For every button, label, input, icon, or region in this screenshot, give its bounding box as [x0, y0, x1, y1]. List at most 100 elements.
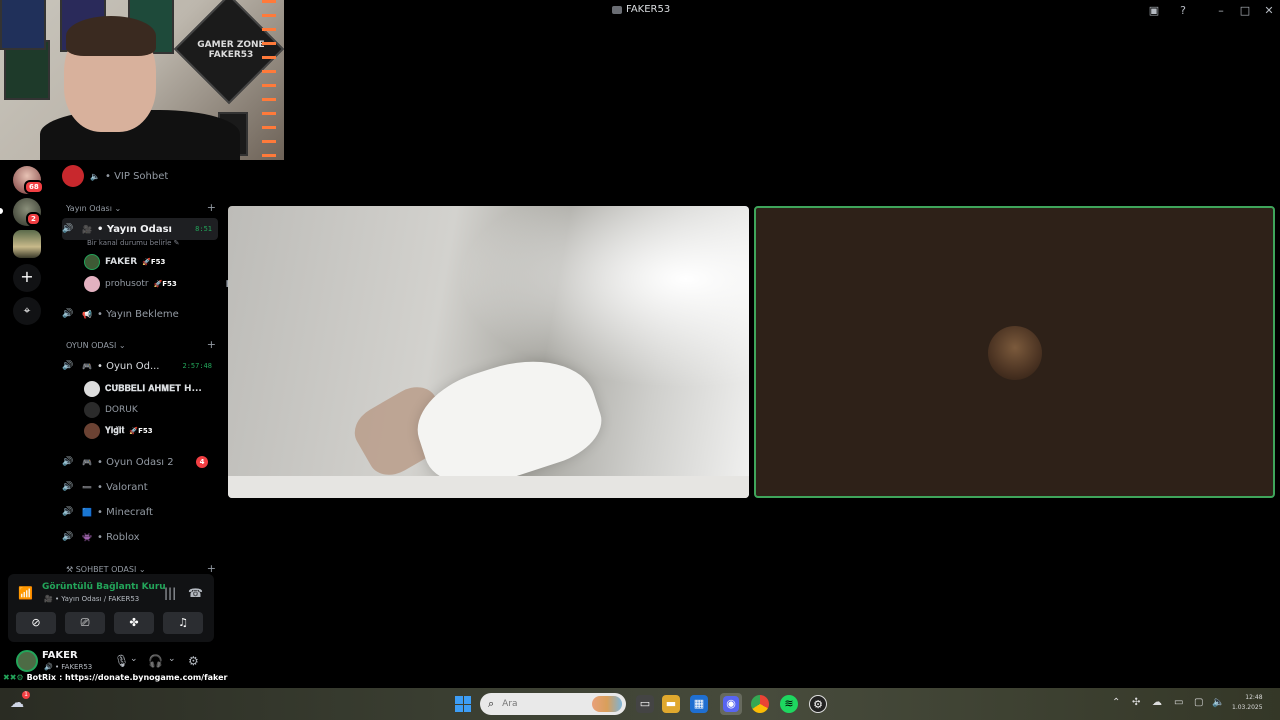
maximize-button[interactable]: □ — [1237, 3, 1253, 19]
streamer-hair — [66, 16, 156, 56]
inbox-icon[interactable]: ▣ — [1146, 3, 1162, 19]
taskbar-search[interactable]: ⌕ Ara — [480, 693, 626, 715]
webcam-overlay: GAMER ZONE FAKER53 — [0, 0, 284, 160]
activities-icon[interactable]: ✤ — [114, 612, 154, 634]
category-sohbet-odasi[interactable]: ⚒ SOHBET ODASI ⌄ + — [66, 562, 216, 575]
category-oyun-odasi[interactable]: OYUN ODASI ⌄ + — [66, 338, 216, 351]
channel-name: • VIP Sohbet — [105, 170, 169, 182]
server-logo-icon — [62, 165, 84, 187]
channel-name: • Minecraft — [97, 506, 153, 518]
noise-suppression-icon[interactable]: ||| — [164, 586, 176, 600]
voice-user[interactable]: 𝐂𝐔̈𝐁𝐁𝐄𝐋𝐈 𝐀𝐇𝐌𝐄𝐓 H... — [84, 379, 202, 399]
voice-user[interactable]: prohusotr 🚀F53 ■ — [84, 274, 234, 294]
ticker-text: : https://donate.bynogame.com/faker — [59, 672, 228, 682]
gamepad-icon: 🎮 — [82, 361, 92, 371]
user-name: 𝐘𝐢𝐠̆𝐢𝐭 — [105, 426, 125, 436]
channel-oyun-odasi-2[interactable]: 🔊 🎮 • Oyun Odası 2 4 — [62, 451, 218, 473]
tray-app-icon[interactable]: ☁ — [1152, 697, 1162, 708]
gear-icon[interactable]: ⚙ — [188, 654, 199, 668]
windows-start-icon[interactable] — [455, 696, 471, 712]
camera-feed-bed — [228, 476, 749, 498]
help-icon[interactable]: ? — [1175, 3, 1191, 19]
speaker-icon: 🔊 — [62, 361, 74, 371]
voice-user[interactable]: FAKER 🚀F53 — [84, 252, 165, 272]
channel-yayin-bekleme[interactable]: 🔊 📢 • Yayın Bekleme — [62, 303, 218, 325]
avatar[interactable] — [16, 650, 38, 672]
avatar — [84, 402, 100, 418]
voice-user[interactable]: DORUK — [84, 400, 138, 420]
search-highlight-image — [592, 696, 622, 712]
minimize-button[interactable]: – — [1213, 3, 1229, 19]
user-tag: 🚀F53 — [129, 427, 153, 435]
chevron-down-icon[interactable]: ⌄ — [168, 654, 176, 664]
close-button[interactable]: ✕ — [1261, 3, 1277, 19]
user-name[interactable]: FAKER — [42, 650, 78, 661]
file-explorer-icon[interactable]: ▬ — [662, 695, 680, 713]
chevron-down-icon[interactable]: ⌄ — [130, 654, 138, 664]
user-name: 𝐂𝐔̈𝐁𝐁𝐄𝐋𝐈 𝐀𝐇𝐌𝐄𝐓 H... — [105, 384, 202, 394]
category-label: Yayın Odası — [66, 204, 112, 213]
channel-vip-sohbet[interactable]: 🔈 • VIP Sohbet — [62, 165, 218, 187]
category-label: OYUN ODASI — [66, 341, 117, 350]
soundboard-icon[interactable]: ♫ — [163, 612, 203, 634]
avatar — [84, 254, 100, 270]
volume-icon[interactable]: 🔈 — [1212, 697, 1224, 708]
connection-status[interactable]: Görüntülü Bağlantı Kuru — [42, 582, 166, 592]
speaker-icon: 🔊 — [62, 457, 74, 467]
speaker-icon: 🔊 — [62, 532, 74, 542]
microphone-icon[interactable]: 🎙 — [114, 654, 129, 668]
avatar — [84, 423, 100, 439]
camera-off-icon[interactable]: ⊘ — [16, 612, 56, 634]
server-icon[interactable] — [13, 230, 41, 258]
channel-name: • Oyun Od... — [97, 360, 160, 372]
channel-status-hint[interactable]: Bir kanal durumu belirle ✎ — [87, 239, 180, 247]
channel-name: • Yayın Bekleme — [97, 308, 179, 320]
system-clock[interactable]: 12:48 1.03.2025 — [1232, 693, 1263, 713]
avatar — [988, 326, 1042, 380]
mention-badge: 4 — [196, 456, 208, 468]
create-channel-icon[interactable]: + — [207, 338, 216, 351]
network-icon[interactable]: ▭ — [1174, 697, 1183, 708]
app-icon[interactable]: ⚙ — [809, 695, 827, 713]
channel-roblox[interactable]: 🔊 👾 • Roblox — [62, 526, 218, 548]
video-tile-camera[interactable] — [228, 206, 749, 498]
poster-image — [0, 0, 46, 50]
clock-time: 12:48 — [1245, 694, 1263, 701]
video-tile-speaking-user[interactable] — [754, 206, 1275, 498]
spotify-icon[interactable]: ≋ — [780, 695, 798, 713]
category-yayin-odasi[interactable]: Yayın Odası ⌄ + — [66, 201, 216, 214]
bot-icons: ✖✖⚙ — [3, 672, 24, 682]
create-channel-icon[interactable]: + — [207, 201, 216, 214]
connection-channel[interactable]: 🎥 • Yayın Odası / FAKER53 — [44, 595, 139, 603]
window-title-text: FAKER53 — [626, 4, 671, 15]
channel-oyun-odasi[interactable]: 🔊 🎮 • Oyun Od... 2:57:48 — [62, 355, 218, 377]
discover-icon[interactable]: ⌖ — [13, 297, 41, 325]
chrome-icon[interactable] — [751, 695, 769, 713]
server-badge: 68 — [24, 180, 44, 194]
task-view-icon[interactable]: ▭ — [636, 695, 654, 713]
voice-connection-panel: 📶 Görüntülü Bağlantı Kuru 🎥 • Yayın Odas… — [8, 574, 214, 642]
channel-minecraft[interactable]: 🔊 🟦 • Minecraft — [62, 501, 218, 523]
donation-ticker: ✖✖⚙ BotRix : https://donate.bynogame.com… — [0, 670, 400, 684]
valorant-icon: ➖ — [82, 482, 92, 492]
screen-share-icon[interactable]: ⎚ — [65, 612, 105, 634]
channel-yayin-odasi[interactable]: 🔊 🎥 • Yayın Odası 8:51 — [62, 218, 218, 240]
chevron-up-icon[interactable]: ⌃ — [1112, 697, 1120, 708]
server-badge: 2 — [26, 212, 41, 226]
category-icon: ⚒ — [66, 565, 76, 574]
minecraft-icon: 🟦 — [82, 507, 92, 517]
speaker-icon: 🔊 — [62, 224, 74, 234]
tray-app-icon[interactable]: ✣ — [1132, 697, 1140, 708]
channel-name: • Valorant — [97, 481, 148, 493]
signal-icon: 📶 — [18, 586, 33, 600]
headphones-icon[interactable]: 🎧 — [148, 654, 163, 668]
store-icon[interactable]: ▦ — [690, 695, 708, 713]
voice-user[interactable]: 𝐘𝐢𝐠̆𝐢𝐭 🚀F53 — [84, 421, 153, 441]
clock-date: 1.03.2025 — [1232, 704, 1263, 711]
discord-taskbar-icon[interactable]: ◉ — [720, 693, 742, 715]
speaker-icon: 🔊 — [62, 482, 74, 492]
add-server-icon[interactable]: + — [13, 264, 41, 292]
display-icon[interactable]: ▢ — [1194, 697, 1203, 708]
channel-valorant[interactable]: 🔊 ➖ • Valorant — [62, 476, 218, 498]
disconnect-icon[interactable]: ☎ — [188, 586, 203, 600]
